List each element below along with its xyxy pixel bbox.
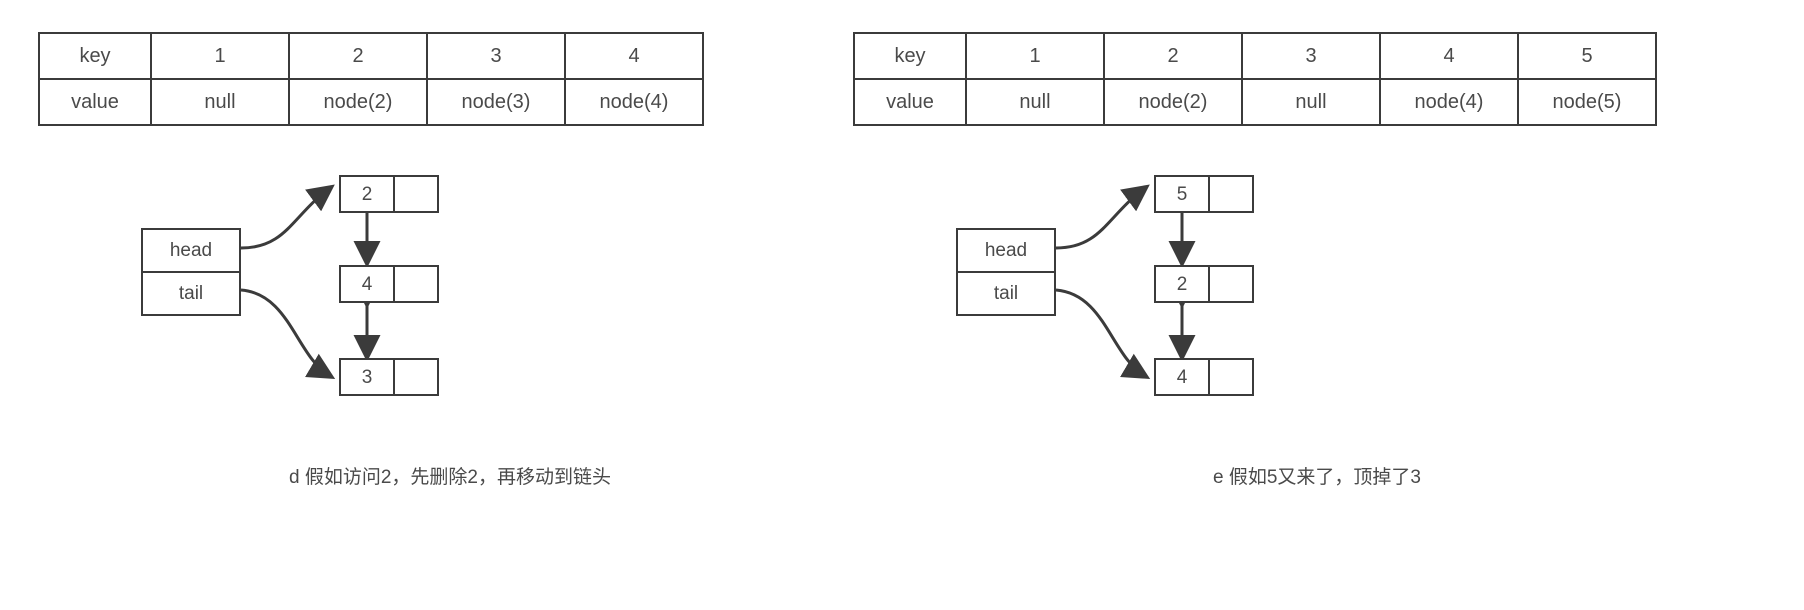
node-value: 5 [1154,175,1210,213]
key-cell-1: 1 [965,32,1105,80]
node-value: 4 [339,265,395,303]
key-cell-4: 4 [1379,32,1519,80]
node-pointer-cell [395,265,439,303]
hash-table-d: key 1 2 3 4 value null node(2) node(3) n… [38,32,704,126]
list-node-middle-d: 4 [339,265,439,303]
value-cell-4: node(4) [1379,78,1519,126]
arrow-head-to-top-node [1055,184,1150,250]
row-header-value: value [853,78,967,126]
hash-table-e: key 1 2 3 4 5 value null node(2) null no… [853,32,1657,126]
row-header-key: key [853,32,967,80]
node-pointer-cell [1210,358,1254,396]
list-node-top-d: 2 [339,175,439,213]
value-cell-1: null [965,78,1105,126]
list-node-top-e: 5 [1154,175,1254,213]
row-header-value: value [38,78,152,126]
table-row-key: key 1 2 3 4 5 [853,32,1657,80]
list-node-bottom-e: 4 [1154,358,1254,396]
row-header-key: key [38,32,152,80]
list-node-bottom-d: 3 [339,358,439,396]
arrow-tail-to-bottom-node [1055,288,1151,380]
head-tail-box-e: head tail [956,228,1056,316]
node-value: 4 [1154,358,1210,396]
value-cell-3: node(3) [426,78,566,126]
key-cell-5: 5 [1517,32,1657,80]
panel-e: key 1 2 3 4 5 value null node(2) null no… [830,0,1804,610]
head-tail-box-d: head tail [141,228,241,316]
arrow-head-to-top-node [240,184,335,250]
node-pointer-cell [395,358,439,396]
tail-label: tail [993,283,1019,304]
value-cell-1: null [150,78,290,126]
head-label: head [958,230,1054,273]
caption-e: e 假如5又来了，顶掉了3 [1213,467,1421,488]
value-cell-5: node(5) [1517,78,1657,126]
value-cell-3: null [1241,78,1381,126]
arrow-tail-to-bottom-node [240,288,336,380]
node-value: 2 [339,175,395,213]
key-cell-3: 3 [1241,32,1381,80]
key-cell-4: 4 [564,32,704,80]
table-row-value: value null node(2) null node(4) node(5) [853,78,1657,126]
list-node-middle-e: 2 [1154,265,1254,303]
key-cell-3: 3 [426,32,566,80]
node-pointer-cell [1210,265,1254,303]
diagram-arrows-d [240,184,381,380]
table-row-value: value null node(2) node(3) node(4) [38,78,704,126]
node-pointer-cell [395,175,439,213]
value-cell-2: node(2) [1103,78,1243,126]
caption-d: d 假如访问2，先删除2，再移动到链头 [289,467,611,488]
node-value: 3 [339,358,395,396]
value-cell-2: node(2) [288,78,428,126]
table-row-key: key 1 2 3 4 [38,32,704,80]
tail-label: tail [178,283,204,304]
value-cell-4: node(4) [564,78,704,126]
panel-d: key 1 2 3 4 value null node(2) node(3) n… [0,0,900,610]
node-value: 2 [1154,265,1210,303]
linked-list-diagram-d: head tail 2 4 3 [0,160,900,460]
node-pointer-cell [1210,175,1254,213]
key-cell-1: 1 [150,32,290,80]
head-label: head [143,230,239,273]
key-cell-2: 2 [288,32,428,80]
key-cell-2: 2 [1103,32,1243,80]
linked-list-diagram-e: head tail 5 2 4 [830,160,1804,460]
